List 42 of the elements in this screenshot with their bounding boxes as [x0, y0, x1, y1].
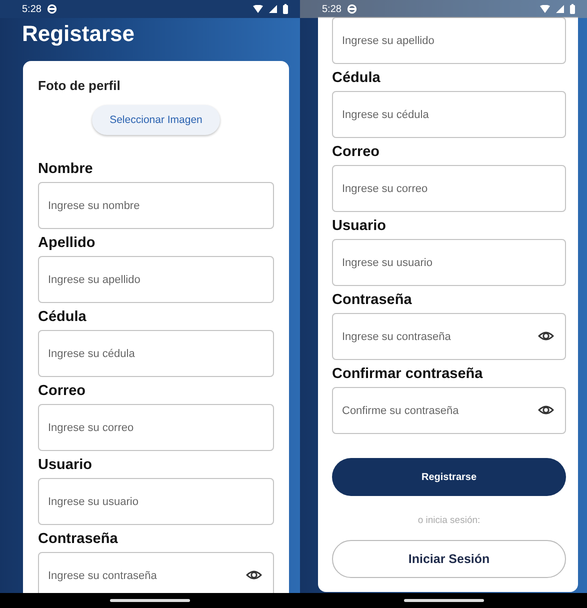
field-label: Apellido — [38, 234, 96, 252]
input-field[interactable]: Ingrese su usuario — [38, 478, 274, 525]
eye-icon[interactable] — [538, 329, 554, 343]
input-field[interactable]: Ingrese su apellido — [332, 17, 566, 64]
password-field[interactable]: Confirme su contraseña — [332, 387, 566, 434]
register-button[interactable]: Registrarse — [332, 458, 566, 496]
password-field[interactable]: Ingrese su contraseña — [332, 313, 566, 360]
status-time: 5:28 — [322, 4, 342, 14]
battery-icon — [283, 4, 288, 14]
field-label: Usuario — [38, 456, 93, 474]
password-field[interactable]: Ingrese su contraseña — [38, 552, 274, 593]
field-label: Correo — [332, 143, 381, 161]
field-label: Contraseña — [332, 291, 413, 309]
status-time: 5:28 — [22, 4, 42, 14]
battery-icon — [570, 4, 575, 14]
input-field[interactable]: Ingrese su apellido — [38, 256, 274, 303]
eye-icon[interactable] — [246, 568, 262, 582]
signal-icon — [269, 5, 277, 13]
select-image-button[interactable]: Seleccionar Imagen — [92, 105, 220, 135]
notification-icon — [47, 4, 58, 14]
notification-icon — [347, 4, 358, 14]
input-field[interactable]: Ingrese su correo — [332, 165, 566, 212]
wifi-icon — [540, 5, 550, 13]
input-field[interactable]: Ingrese su nombre — [38, 182, 274, 229]
alternative-text: o inicia sesión: — [418, 515, 480, 526]
eye-icon[interactable] — [538, 403, 554, 417]
wifi-icon — [253, 5, 263, 13]
input-field[interactable]: Ingrese su correo — [38, 404, 274, 451]
field-label: Nombre — [38, 160, 94, 178]
field-label: Cédula — [332, 69, 382, 87]
login-button[interactable]: Iniciar Sesión — [332, 540, 566, 578]
field-label: Contraseña — [38, 530, 119, 548]
input-field[interactable]: Ingrese su cédula — [332, 91, 566, 138]
photo-label: Foto de perfil — [38, 78, 122, 93]
signal-icon — [556, 5, 564, 13]
field-label: Correo — [38, 382, 87, 400]
field-label: Confirmar contraseña — [332, 365, 484, 383]
input-field[interactable]: Ingrese su cédula — [38, 330, 274, 377]
input-field[interactable]: Ingrese su usuario — [332, 239, 566, 286]
page-title: Registarse — [22, 20, 136, 48]
field-label: Usuario — [332, 217, 387, 235]
field-label: Cédula — [38, 308, 88, 326]
